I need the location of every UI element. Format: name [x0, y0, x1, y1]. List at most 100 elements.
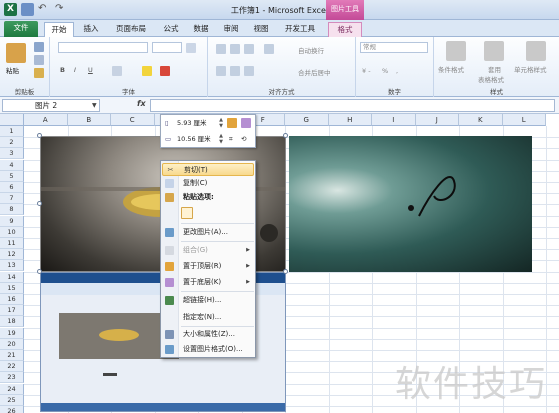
column-header[interactable]: G — [285, 114, 329, 126]
row-header[interactable]: 18 — [0, 316, 24, 328]
orientation-icon[interactable] — [264, 44, 274, 54]
row-header[interactable]: 25 — [0, 394, 24, 406]
row-header[interactable]: 5 — [0, 170, 24, 182]
row-header[interactable]: 8 — [0, 204, 24, 216]
row-header[interactable]: 15 — [0, 282, 24, 294]
tab-view[interactable]: 视图 — [248, 22, 274, 37]
font-color-icon[interactable] — [160, 66, 170, 76]
height-spinner-icon[interactable]: ▲ ▼ — [217, 117, 225, 130]
row-header[interactable]: 26 — [0, 406, 24, 413]
rotate-icon[interactable]: ⟲ — [241, 132, 246, 147]
menu-item-bring-to-front[interactable]: 置于顶层(R) ▶ — [162, 260, 254, 273]
copy-icon[interactable] — [34, 55, 44, 65]
merge-center-button[interactable]: 合并后居中 — [298, 67, 331, 77]
tab-format[interactable]: 格式 — [328, 22, 362, 37]
align-center-icon[interactable] — [230, 66, 240, 76]
conditional-format-icon[interactable] — [446, 41, 466, 61]
cut-icon[interactable] — [34, 42, 44, 52]
menu-item-cut[interactable]: ✂ 剪切(T) — [162, 163, 254, 176]
height-value[interactable]: 5.93 厘米 — [177, 116, 207, 131]
align-top-icon[interactable] — [216, 44, 226, 54]
column-header[interactable]: K — [459, 114, 503, 126]
tab-file[interactable]: 文件 — [4, 21, 38, 37]
menu-item-size-properties[interactable]: 大小和属性(Z)... — [162, 328, 254, 341]
menu-item-group[interactable]: 组合(G) ▶ — [162, 244, 254, 257]
row-header[interactable]: 21 — [0, 350, 24, 361]
row-header[interactable]: 10 — [0, 226, 24, 238]
select-all-corner[interactable] — [0, 114, 24, 126]
row-header[interactable]: 13 — [0, 260, 24, 272]
align-middle-icon[interactable] — [230, 44, 240, 54]
column-header[interactable]: L — [502, 114, 546, 126]
tab-developer[interactable]: 开发工具 — [280, 22, 320, 37]
font-name-box[interactable] — [58, 42, 148, 53]
width-value[interactable]: 10.56 厘米 — [177, 132, 211, 147]
column-header[interactable]: I — [372, 114, 416, 126]
row-header[interactable]: 11 — [0, 238, 24, 249]
number-format-box[interactable]: 常规 — [360, 42, 428, 53]
resize-handle-bottom-right[interactable] — [283, 269, 288, 274]
row-header[interactable]: 23 — [0, 372, 24, 384]
row-header[interactable]: 12 — [0, 249, 24, 261]
underline-icon[interactable]: U — [88, 66, 93, 74]
menu-item-copy[interactable]: 复制(C) — [162, 177, 254, 190]
row-header[interactable]: 22 — [0, 361, 24, 373]
align-left-icon[interactable] — [216, 66, 226, 76]
column-header[interactable]: J — [415, 114, 459, 126]
align-bottom-icon[interactable] — [244, 44, 254, 54]
tab-data[interactable]: 数据 — [188, 22, 214, 37]
percent-icon[interactable]: % — [382, 67, 388, 75]
row-header[interactable]: 14 — [0, 271, 24, 283]
row-header[interactable]: 3 — [0, 148, 24, 160]
row-header[interactable]: 4 — [0, 159, 24, 171]
width-spinner-icon[interactable]: ▲ ▼ — [217, 133, 225, 146]
row-header[interactable]: 19 — [0, 327, 24, 339]
row-header[interactable]: 7 — [0, 193, 24, 205]
border-icon[interactable] — [112, 66, 122, 76]
bring-forward-icon[interactable] — [227, 118, 237, 128]
menu-item-send-to-back[interactable]: 置于底层(K) ▶ — [162, 276, 254, 289]
crop-icon[interactable]: ⌗ — [229, 132, 233, 147]
menu-item-format-picture[interactable]: 设置图片格式(O)... — [162, 343, 254, 356]
grow-font-icon[interactable] — [186, 43, 196, 53]
wrap-text-button[interactable]: 自动换行 — [298, 45, 324, 55]
resize-handle-top-right[interactable] — [283, 133, 288, 138]
row-header[interactable]: 20 — [0, 338, 24, 350]
format-painter-icon[interactable] — [34, 68, 44, 78]
menu-item-assign-macro[interactable]: 指定宏(N)... — [162, 311, 254, 324]
menu-item-hyperlink[interactable]: 超链接(H)... — [162, 294, 254, 307]
column-header[interactable]: H — [328, 114, 372, 126]
column-header[interactable]: C — [111, 114, 155, 126]
font-size-box[interactable] — [152, 42, 182, 53]
tab-formulas[interactable]: 公式 — [158, 22, 184, 37]
row-header[interactable]: 17 — [0, 305, 24, 317]
wire-on-slate-picture[interactable] — [289, 136, 532, 272]
resize-handle-left[interactable] — [37, 201, 42, 206]
send-backward-icon[interactable] — [241, 118, 251, 128]
italic-icon[interactable]: I — [74, 66, 76, 74]
name-box[interactable]: 图片 2 — [2, 99, 100, 112]
row-header[interactable]: 16 — [0, 294, 24, 305]
tab-review[interactable]: 审阅 — [218, 22, 244, 37]
row-header[interactable]: 2 — [0, 137, 24, 149]
paste-icon[interactable] — [6, 43, 26, 63]
resize-handle-top-left[interactable] — [37, 133, 42, 138]
row-header[interactable]: 9 — [0, 215, 24, 227]
currency-icon[interactable]: ¥ - — [362, 67, 371, 75]
menu-item-change-picture[interactable]: 更改图片(A)... — [162, 226, 254, 239]
formula-input[interactable] — [150, 99, 555, 112]
tab-page-layout[interactable]: 页面布局 — [108, 22, 154, 37]
tab-insert[interactable]: 插入 — [78, 22, 104, 37]
comma-icon[interactable]: , — [396, 67, 398, 75]
align-right-icon[interactable] — [244, 66, 254, 76]
insert-function-icon[interactable]: fx — [137, 99, 146, 108]
row-header[interactable]: 24 — [0, 383, 24, 395]
paste-picture-icon[interactable] — [181, 207, 193, 219]
table-format-icon[interactable] — [484, 41, 504, 61]
row-header[interactable]: 1 — [0, 126, 24, 137]
bold-icon[interactable]: B — [60, 66, 65, 74]
column-header[interactable]: A — [24, 114, 68, 126]
row-header[interactable]: 6 — [0, 182, 24, 193]
column-header[interactable]: B — [67, 114, 111, 126]
resize-handle-bottom-left[interactable] — [37, 269, 42, 274]
